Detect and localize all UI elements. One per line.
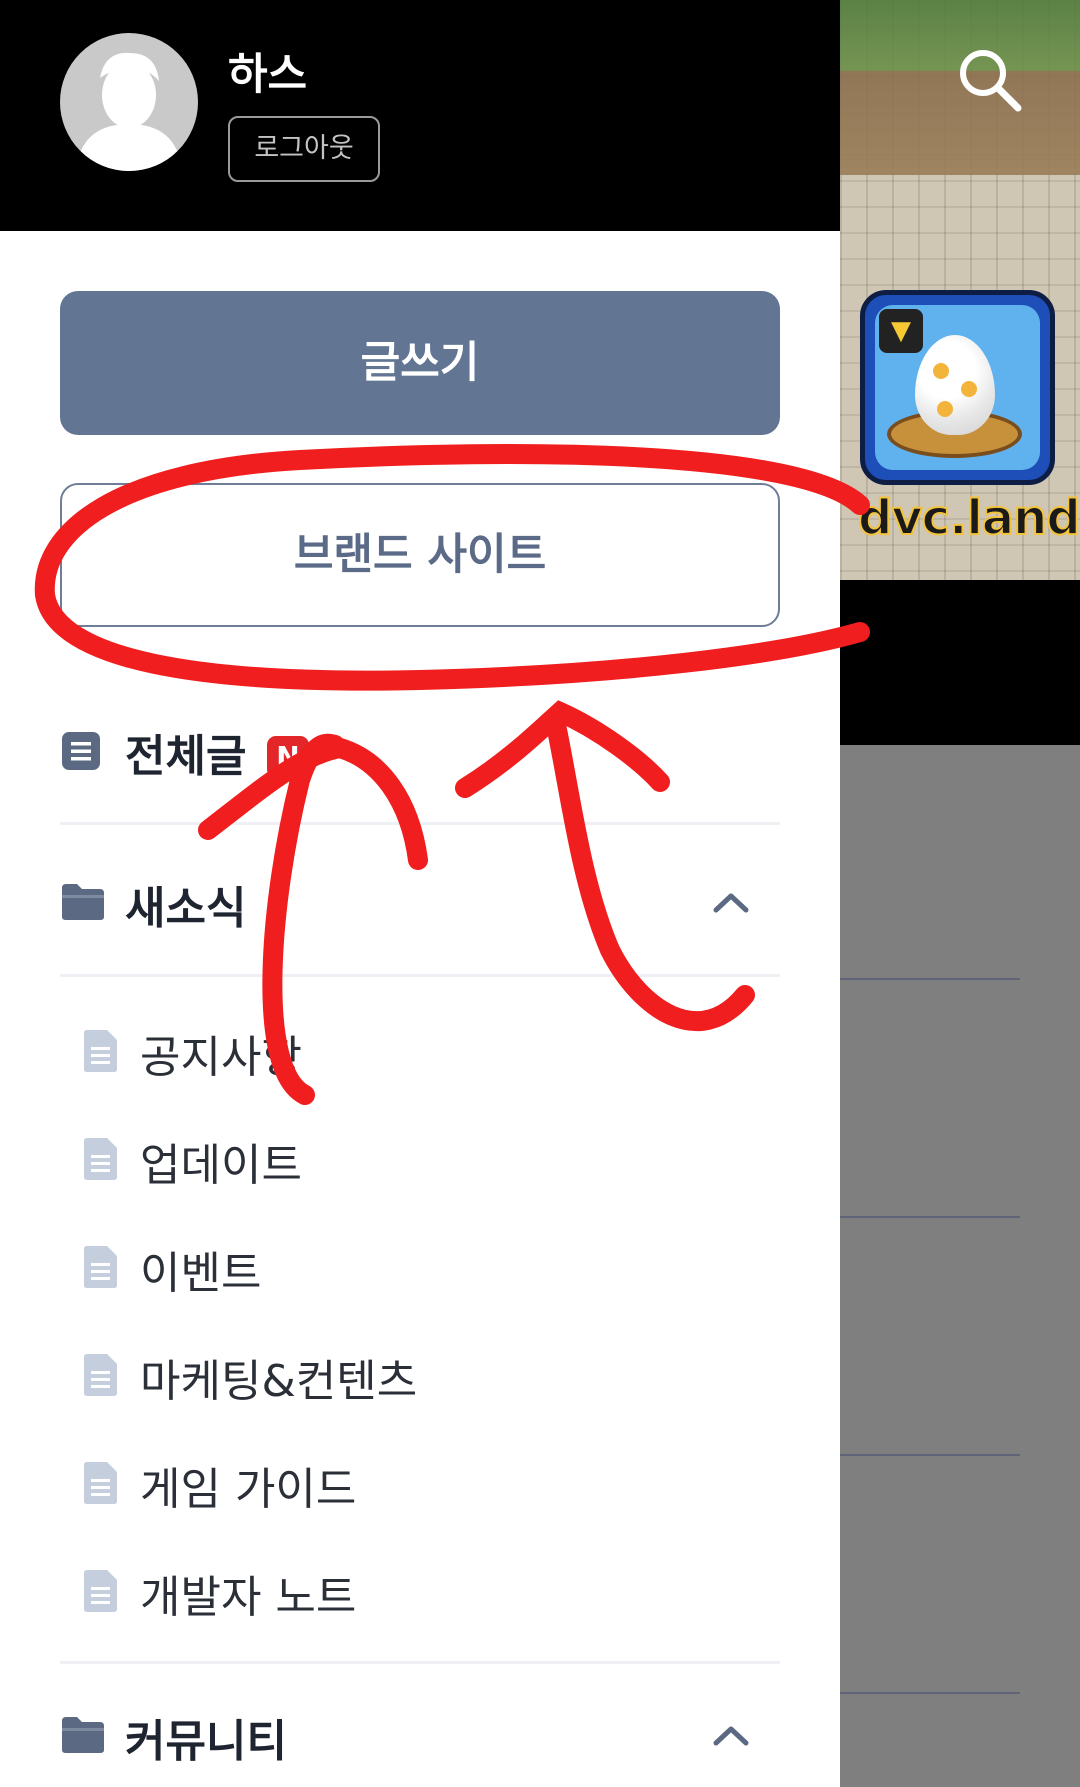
- document-icon: [84, 1462, 117, 1504]
- document-icon: [84, 1138, 117, 1180]
- menu-item-label: 개발자 노트: [140, 1572, 357, 1623]
- menu-item-game-guide[interactable]: 게임 가이드: [80, 1437, 740, 1527]
- all-posts-label: 전체글: [125, 731, 247, 782]
- menu-item-update[interactable]: 업데이트: [80, 1113, 740, 1203]
- document-icon: [84, 1570, 117, 1612]
- side-drawer: 하스 로그아웃 글쓰기 브랜드 사이트 전체글 N 새소식 공지사항 업데이트 …: [0, 0, 840, 1787]
- chevron-up-icon[interactable]: [712, 1723, 750, 1747]
- menu-item-label: 업데이트: [140, 1140, 302, 1191]
- document-icon: [84, 1354, 117, 1396]
- folder-label: 커뮤니티: [125, 1716, 287, 1767]
- profile-header: 하스 로그아웃: [0, 0, 840, 231]
- list-divider: [840, 1454, 1020, 1456]
- bat-badge-icon: ▼: [879, 309, 923, 353]
- username: 하스: [228, 50, 308, 100]
- game-banner: ▼ dvc.land: [840, 0, 1080, 580]
- menu-item-notice[interactable]: 공지사항: [80, 1005, 740, 1095]
- document-icon: [62, 732, 100, 770]
- egg-spot: [961, 381, 977, 397]
- brand-logo-text: dvc.land: [857, 489, 1080, 547]
- default-avatar-icon: [76, 52, 182, 171]
- menu-item-label: 마케팅&컨텐츠: [140, 1356, 418, 1407]
- egg-spot: [933, 363, 949, 379]
- brand-site-button[interactable]: 브랜드 사이트: [60, 483, 780, 627]
- list-divider: [840, 1216, 1020, 1218]
- section-divider: [60, 822, 780, 825]
- folder-community[interactable]: 커뮤니티: [60, 1693, 780, 1783]
- egg-spot: [937, 401, 953, 417]
- app-icon: ▼: [860, 290, 1055, 485]
- list-divider: [840, 1692, 1020, 1694]
- write-button[interactable]: 글쓰기: [60, 291, 780, 435]
- folder-label: 새소식: [125, 883, 247, 934]
- search-icon[interactable]: [955, 45, 1025, 115]
- folder-news[interactable]: 새소식: [60, 860, 780, 950]
- new-badge: N: [267, 736, 309, 778]
- logout-button[interactable]: 로그아웃: [228, 116, 380, 182]
- menu-item-marketing[interactable]: 마케팅&컨텐츠: [80, 1329, 740, 1419]
- all-posts-link[interactable]: 전체글 N: [60, 710, 780, 800]
- list-divider: [840, 978, 1020, 980]
- section-divider: [60, 1661, 780, 1664]
- chevron-up-icon[interactable]: [712, 890, 750, 914]
- menu-item-label: 이벤트: [140, 1248, 262, 1299]
- folder-icon: [62, 1717, 104, 1753]
- menu-item-dev-notes[interactable]: 개발자 노트: [80, 1545, 740, 1635]
- document-icon: [84, 1030, 117, 1072]
- banner-footer: [840, 580, 1080, 745]
- section-divider: [60, 974, 780, 977]
- menu-item-label: 게임 가이드: [140, 1464, 357, 1515]
- avatar[interactable]: [60, 33, 198, 171]
- menu-item-event[interactable]: 이벤트: [80, 1221, 740, 1311]
- background-page: ▼ dvc.land: [840, 0, 1080, 1787]
- document-icon: [84, 1246, 117, 1288]
- menu-item-label: 공지사항: [140, 1032, 302, 1083]
- folder-icon: [62, 884, 104, 920]
